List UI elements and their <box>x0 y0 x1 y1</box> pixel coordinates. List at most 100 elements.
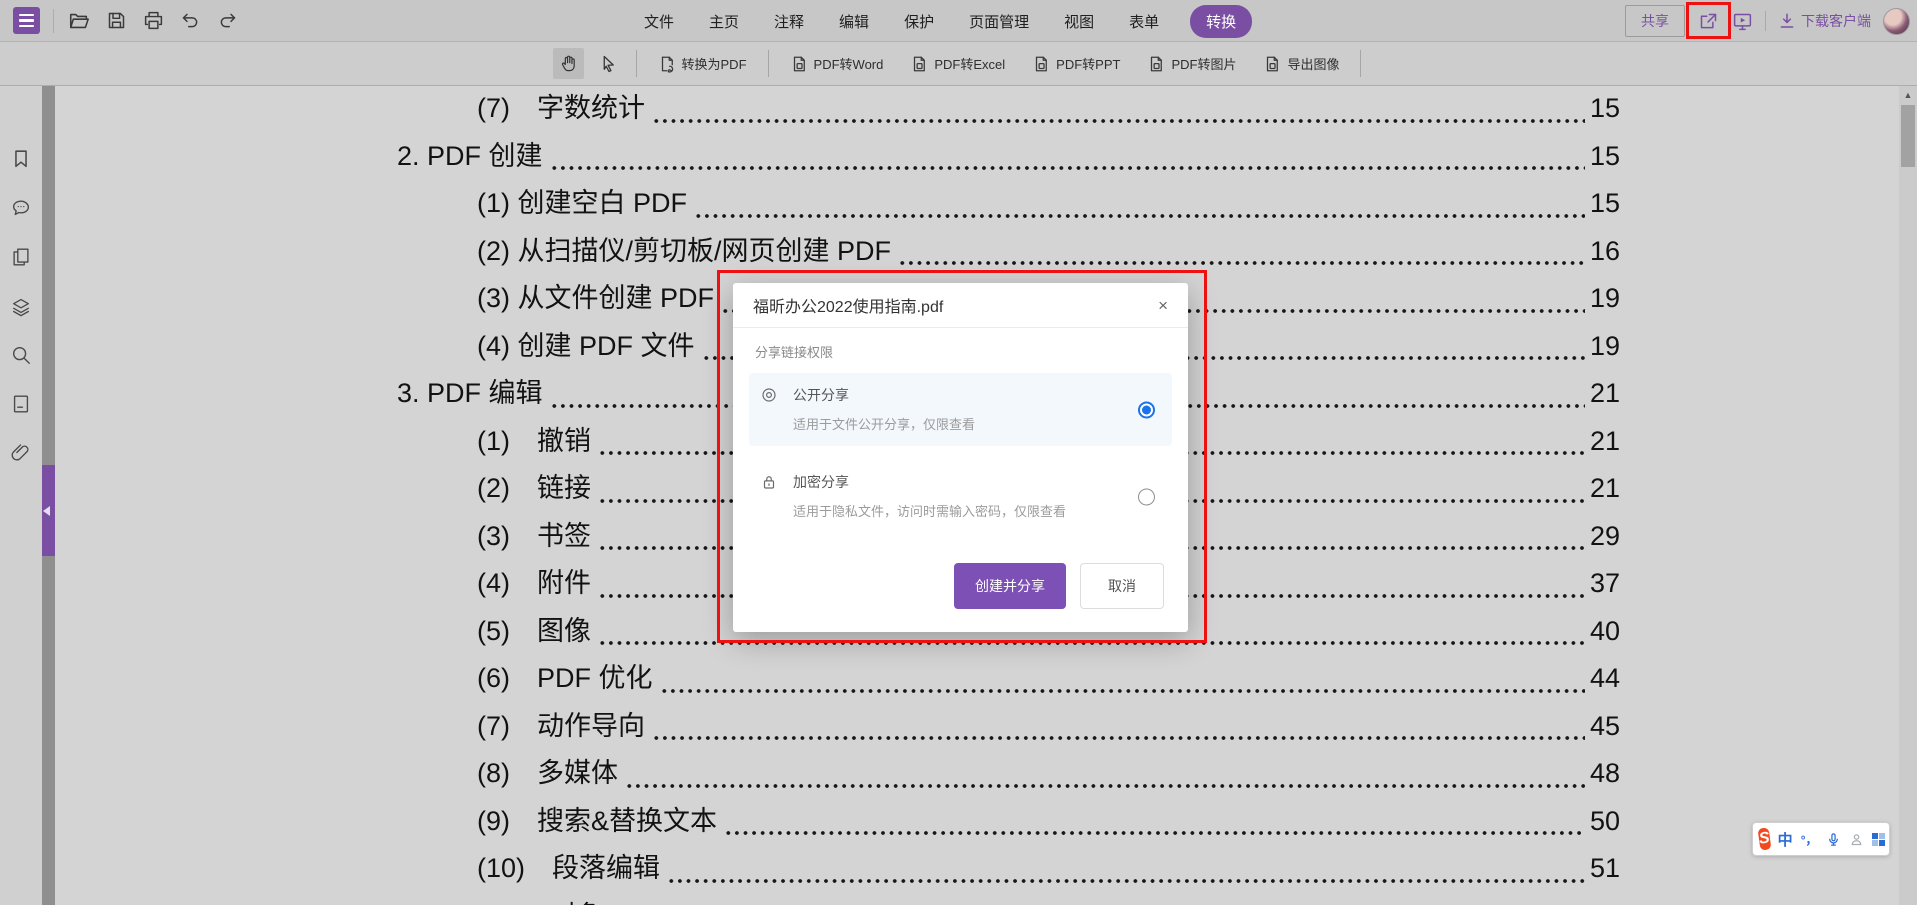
menu-item-表单[interactable]: 表单 <box>1125 6 1163 37</box>
toc-page-number: 48 <box>1590 758 1620 789</box>
hand-tool[interactable] <box>553 48 584 79</box>
download-client-button[interactable]: 下载客户端 <box>1778 11 1871 31</box>
menu-item-页面管理[interactable]: 页面管理 <box>965 6 1033 37</box>
convert-ribbon-toolbar: 转换为PDF PDF转Word PDF转Excel PDF转PPT PDF转图片 导出图像 <box>0 42 1917 86</box>
comment-icon[interactable] <box>10 197 32 219</box>
toc-row: 2. PDF 创建15 <box>55 134 1899 182</box>
menu-item-主页[interactable]: 主页 <box>705 6 743 37</box>
radio-button[interactable] <box>1138 488 1155 505</box>
dotted-leader <box>694 212 1585 220</box>
attachment-icon[interactable] <box>10 442 32 464</box>
lock-icon <box>760 473 778 520</box>
toc-entry-label: (11) 对象 <box>477 894 604 905</box>
toc-row: (7) 字数统计15 <box>55 86 1899 134</box>
share-option-公开分享[interactable]: 公开分享适用于文件公开分享，仅限查看 <box>749 373 1172 446</box>
left-panel-bar <box>0 86 42 905</box>
toc-page-number: 51 <box>1590 901 1620 905</box>
panel-expand-handle[interactable] <box>42 465 55 556</box>
ime-mic-icon[interactable] <box>1826 832 1841 847</box>
doc-convert-icon <box>910 55 928 73</box>
menu-item-视图[interactable]: 视图 <box>1060 6 1098 37</box>
menu-bar: 文件主页注释编辑保护页面管理视图表单转换 <box>640 0 1252 42</box>
toc-page-number: 45 <box>1590 711 1620 742</box>
search-icon[interactable] <box>10 344 32 366</box>
user-avatar[interactable] <box>1883 8 1910 35</box>
pages-icon[interactable] <box>10 246 32 268</box>
toc-entry-label: (2) 链接 <box>477 466 591 505</box>
toc-page-number: 51 <box>1590 853 1620 884</box>
scrollbar-thumb[interactable] <box>1901 105 1915 167</box>
toc-row: (7) 动作导向45 <box>55 704 1899 752</box>
select-tool[interactable] <box>593 48 624 79</box>
save-icon[interactable] <box>104 9 128 33</box>
toc-page-number: 16 <box>1590 236 1620 267</box>
ime-language-toggle[interactable]: 中 <box>1778 829 1793 850</box>
toolbar-button-label: PDF转Word <box>814 54 884 73</box>
share-option-title: 公开分享 <box>793 385 975 405</box>
menu-item-转换[interactable]: 转换 <box>1190 5 1252 38</box>
dotted-leader <box>898 259 1585 267</box>
toolbar-divider <box>636 50 637 77</box>
download-client-label: 下载客户端 <box>1801 11 1871 31</box>
toc-entry-label: (4) 创建 PDF 文件 <box>477 324 695 363</box>
scroll-up-arrow[interactable]: ▲ <box>1899 90 1917 100</box>
radio-button[interactable] <box>1138 401 1155 418</box>
titlebar-divider <box>1765 11 1766 31</box>
create-and-share-button[interactable]: 创建并分享 <box>954 563 1066 609</box>
toc-page-number: 19 <box>1590 331 1620 362</box>
toolbar-button-PDF转Excel[interactable]: PDF转Excel <box>901 49 1014 78</box>
share-option-texts: 加密分享适用于隐私文件，访问时需输入密码，仅限查看 <box>793 472 1066 520</box>
toolbar-button-PDF转PPT[interactable]: PDF转PPT <box>1023 49 1129 78</box>
dialog-header: 福昕办公2022使用指南.pdf × <box>733 283 1188 328</box>
toc-entry-label: (7) 字数统计 <box>477 86 645 125</box>
toc-row: (9) 搜索&替换文本50 <box>55 799 1899 847</box>
cancel-button[interactable]: 取消 <box>1080 563 1164 609</box>
menu-item-编辑[interactable]: 编辑 <box>835 6 873 37</box>
collapse-left-icon <box>43 506 50 516</box>
vertical-scrollbar: ▲ <box>1899 86 1917 905</box>
presentation-icon[interactable] <box>1731 10 1753 32</box>
share-button[interactable]: 共享 <box>1625 5 1685 37</box>
dotted-leader <box>598 639 1585 647</box>
ime-menu-grid-icon[interactable] <box>1872 833 1885 846</box>
toolbar-divider <box>1360 50 1361 77</box>
dotted-leader <box>724 829 1585 837</box>
layers-icon[interactable] <box>10 295 32 317</box>
share-option-加密分享[interactable]: 加密分享适用于隐私文件，访问时需输入密码，仅限查看 <box>749 460 1172 533</box>
app-menu-icon[interactable] <box>13 7 40 34</box>
toc-entry-label: (4) 附件 <box>477 561 591 600</box>
toc-page-number: 21 <box>1590 426 1620 457</box>
toolbar-button-label: PDF转图片 <box>1171 54 1236 73</box>
toolbar-button-PDF转图片[interactable]: PDF转图片 <box>1138 49 1245 78</box>
convert-pdf-icon <box>658 55 676 73</box>
redo-icon[interactable] <box>215 9 239 33</box>
toolbar-button-PDF转Word[interactable]: PDF转Word <box>781 49 893 78</box>
thumbnail-icon[interactable] <box>10 393 32 415</box>
print-icon[interactable] <box>141 9 165 33</box>
toc-page-number: 40 <box>1590 616 1620 647</box>
dialog-body: 分享链接权限 公开分享适用于文件公开分享，仅限查看加密分享适用于隐私文件，访问时… <box>733 342 1188 533</box>
ime-punctuation-toggle[interactable]: °， <box>1801 831 1818 848</box>
ime-account-icon[interactable] <box>1849 832 1864 847</box>
toc-entry-label: (8) 多媒体 <box>477 751 618 790</box>
sogou-logo-icon[interactable]: S <box>1758 827 1772 850</box>
titlebar-divider <box>53 9 54 33</box>
close-icon[interactable]: × <box>1158 297 1168 314</box>
toolbar-button-转换为PDF[interactable]: 转换为PDF <box>649 49 756 78</box>
menu-item-保护[interactable]: 保护 <box>900 6 938 37</box>
toolbar-button-label: 导出图像 <box>1287 54 1339 73</box>
undo-icon[interactable] <box>178 9 202 33</box>
share-export-icon[interactable] <box>1697 10 1719 32</box>
menu-item-注释[interactable]: 注释 <box>770 6 808 37</box>
panel-splitter <box>42 86 55 905</box>
open-file-icon[interactable] <box>67 9 91 33</box>
menu-item-文件[interactable]: 文件 <box>640 6 678 37</box>
doc-convert-icon <box>1032 55 1050 73</box>
toolbar-button-导出图像[interactable]: 导出图像 <box>1254 49 1348 78</box>
share-option-title: 加密分享 <box>793 472 1066 492</box>
dotted-leader <box>660 687 1585 695</box>
toc-page-number: 29 <box>1590 521 1620 552</box>
bookmark-icon[interactable] <box>10 148 32 170</box>
toc-entry-label: (1) 撤销 <box>477 419 591 458</box>
toc-entry-label: 2. PDF 创建 <box>397 134 543 173</box>
